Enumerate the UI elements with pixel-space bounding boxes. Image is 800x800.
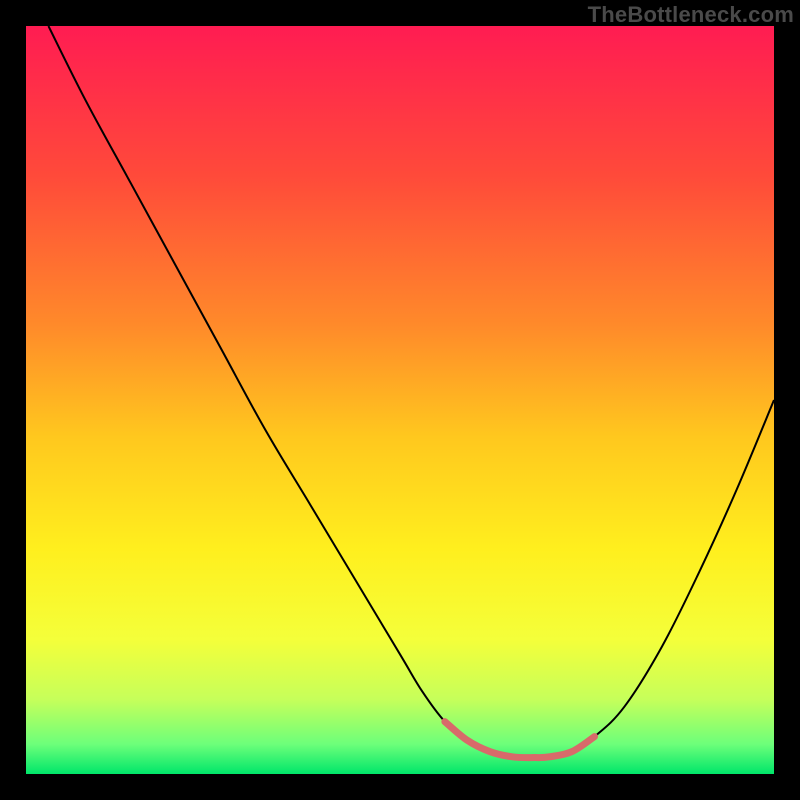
bottleneck-chart <box>26 26 774 774</box>
chart-frame: TheBottleneck.com <box>0 0 800 800</box>
heatmap-background <box>26 26 774 774</box>
watermark-text: TheBottleneck.com <box>588 2 794 28</box>
